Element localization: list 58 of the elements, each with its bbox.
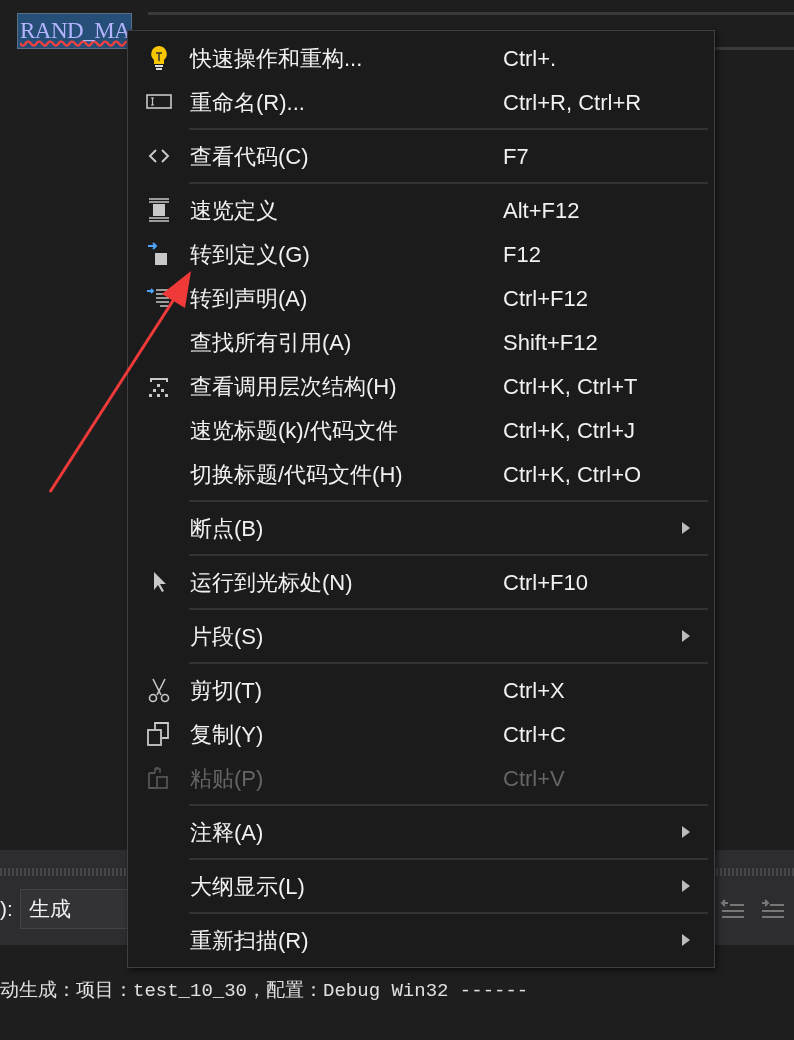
- menu-item-label: 切换标题/代码文件(H): [190, 460, 404, 489]
- code-text: RAND_MA: [17, 13, 133, 49]
- menu-item-label: 快速操作和重构...: [190, 44, 364, 73]
- menu-item[interactable]: 注释(A): [128, 810, 714, 854]
- menu-item-label: 粘贴(P): [190, 764, 265, 793]
- menu-item-label: 查看调用层次结构(H): [190, 372, 398, 401]
- menu-item-label: 转到声明(A): [190, 284, 309, 313]
- menu-item[interactable]: 剪切(T) Ctrl+X: [128, 668, 714, 712]
- menu-item-label: 重命名(R)...: [190, 88, 306, 117]
- menu-item-label: 查看代码(C): [190, 142, 310, 171]
- submenu-arrow-icon: [681, 933, 691, 947]
- menu-item-label: 复制(Y): [190, 720, 265, 749]
- menu-item-label: 剪切(T): [190, 676, 264, 705]
- menu-item-label: 查找所有引用(A): [190, 328, 353, 357]
- source-label: ):: [0, 896, 13, 923]
- shortcut-text: Shift+F12: [503, 328, 598, 357]
- submenu-arrow-icon: [681, 629, 691, 643]
- submenu-arrow-icon: [681, 521, 691, 535]
- menu-item[interactable]: 复制(Y) Ctrl+C: [128, 712, 714, 756]
- shortcut-text: Ctrl+X: [503, 676, 565, 705]
- menu-item[interactable]: 重命名(R)... Ctrl+R, Ctrl+R: [128, 80, 714, 124]
- shortcut-text: F12: [503, 240, 541, 269]
- menu-item-label: 速览定义: [190, 196, 279, 225]
- menu-item-label: 断点(B): [190, 514, 265, 543]
- menu-item-label: 运行到光标处(N): [190, 568, 354, 597]
- shortcut-text: Ctrl+K, Ctrl+J: [503, 416, 636, 445]
- menu-item[interactable]: 切换标题/代码文件(H) Ctrl+K, Ctrl+O: [128, 452, 714, 496]
- shortcut-text: Ctrl+R, Ctrl+R: [503, 88, 642, 117]
- submenu-arrow-icon: [681, 825, 691, 839]
- menu-item[interactable]: 速览标题(k)/代码文件 Ctrl+K, Ctrl+J: [128, 408, 714, 452]
- shortcut-text: Ctrl+F10: [503, 568, 588, 597]
- menu-item[interactable]: 转到定义(G) F12: [128, 232, 714, 276]
- shortcut-text: Ctrl+C: [503, 720, 566, 749]
- menu-item[interactable]: 查看代码(C) F7: [128, 134, 714, 178]
- menu-item[interactable]: 断点(B): [128, 506, 714, 550]
- menu-item-label: 注释(A): [190, 818, 265, 847]
- shortcut-text: Ctrl+K, Ctrl+T: [503, 372, 638, 401]
- output-line: 动生成：项目：test_10_30，配置：Debug Win32 ------: [0, 980, 529, 1002]
- menu-item-label: 转到定义(G): [190, 240, 311, 269]
- shortcut-text: F7: [503, 142, 529, 171]
- menu-item[interactable]: 查找所有引用(A) Shift+F12: [128, 320, 714, 364]
- shortcut-text: Alt+F12: [503, 196, 580, 225]
- indent-icon[interactable]: [760, 897, 786, 921]
- shortcut-text: Ctrl+.: [503, 44, 557, 73]
- shortcut-text: Ctrl+V: [503, 764, 565, 793]
- menu-item[interactable]: 片段(S): [128, 614, 714, 658]
- menu-item[interactable]: 运行到光标处(N) Ctrl+F10: [128, 560, 714, 604]
- shortcut-text: Ctrl+F12: [503, 284, 588, 313]
- menu-item-label: 大纲显示(L): [190, 872, 306, 901]
- menu-item-label: 片段(S): [190, 622, 265, 651]
- shortcut-text: Ctrl+K, Ctrl+O: [503, 460, 642, 489]
- menu-item[interactable]: 查看调用层次结构(H) Ctrl+K, Ctrl+T: [128, 364, 714, 408]
- menu-item-label: 速览标题(k)/代码文件: [190, 416, 399, 445]
- outdent-icon[interactable]: [720, 897, 746, 921]
- menu-item-label: 重新扫描(R): [190, 926, 310, 955]
- submenu-arrow-icon: [681, 879, 691, 893]
- menu-item[interactable]: 速览定义 Alt+F12: [128, 188, 714, 232]
- menu-item[interactable]: 转到声明(A) Ctrl+F12: [128, 276, 714, 320]
